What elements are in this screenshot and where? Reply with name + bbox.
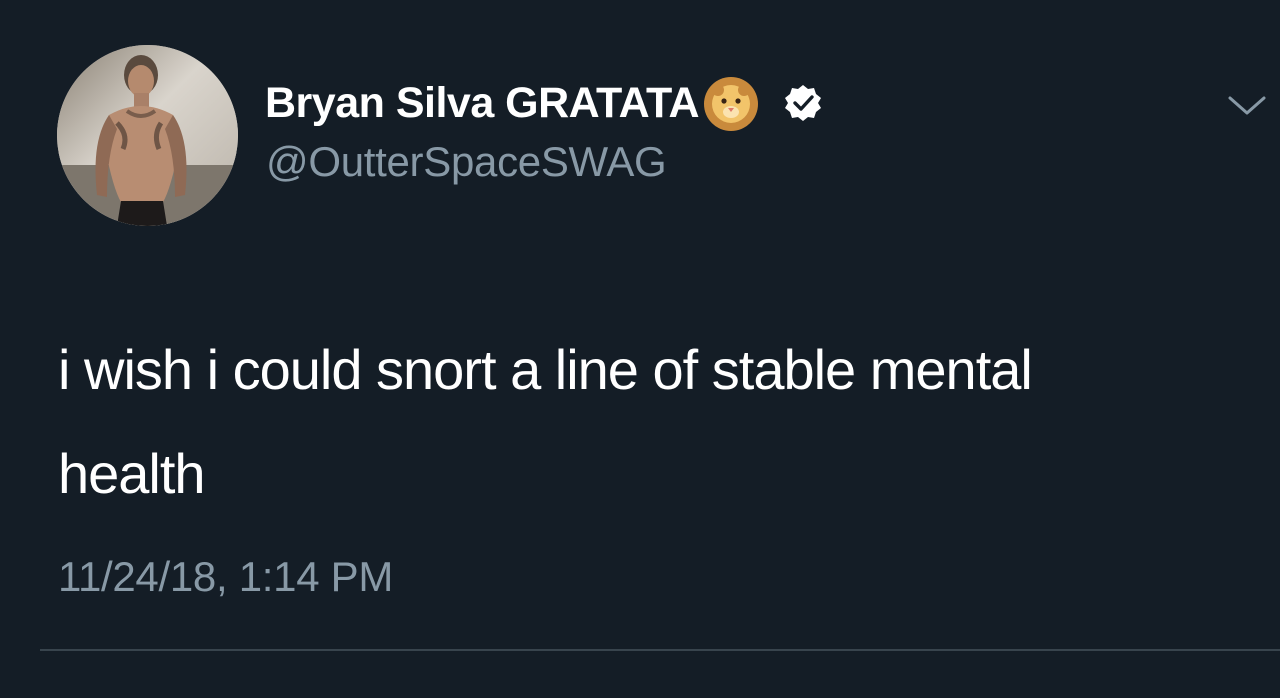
- divider: [40, 649, 1280, 651]
- display-name[interactable]: Bryan Silva GRATATA: [265, 79, 700, 128]
- name-row: Bryan Silva GRATATA: [265, 72, 823, 134]
- chevron-down-icon[interactable]: [1224, 90, 1270, 120]
- user-handle[interactable]: @OutterSpaceSWAG: [266, 138, 667, 186]
- tweet-timestamp[interactable]: 11/24/18, 1:14 PM: [58, 553, 393, 601]
- tweet: Bryan Silva GRATATA @OutterSpaceSWAG i w…: [0, 0, 1280, 698]
- lion-face-icon: [701, 73, 761, 133]
- avatar-photo: [57, 45, 238, 226]
- verified-badge-icon: [783, 83, 823, 123]
- tweet-text: i wish i could snort a line of stable me…: [58, 338, 1033, 505]
- avatar[interactable]: [57, 45, 238, 226]
